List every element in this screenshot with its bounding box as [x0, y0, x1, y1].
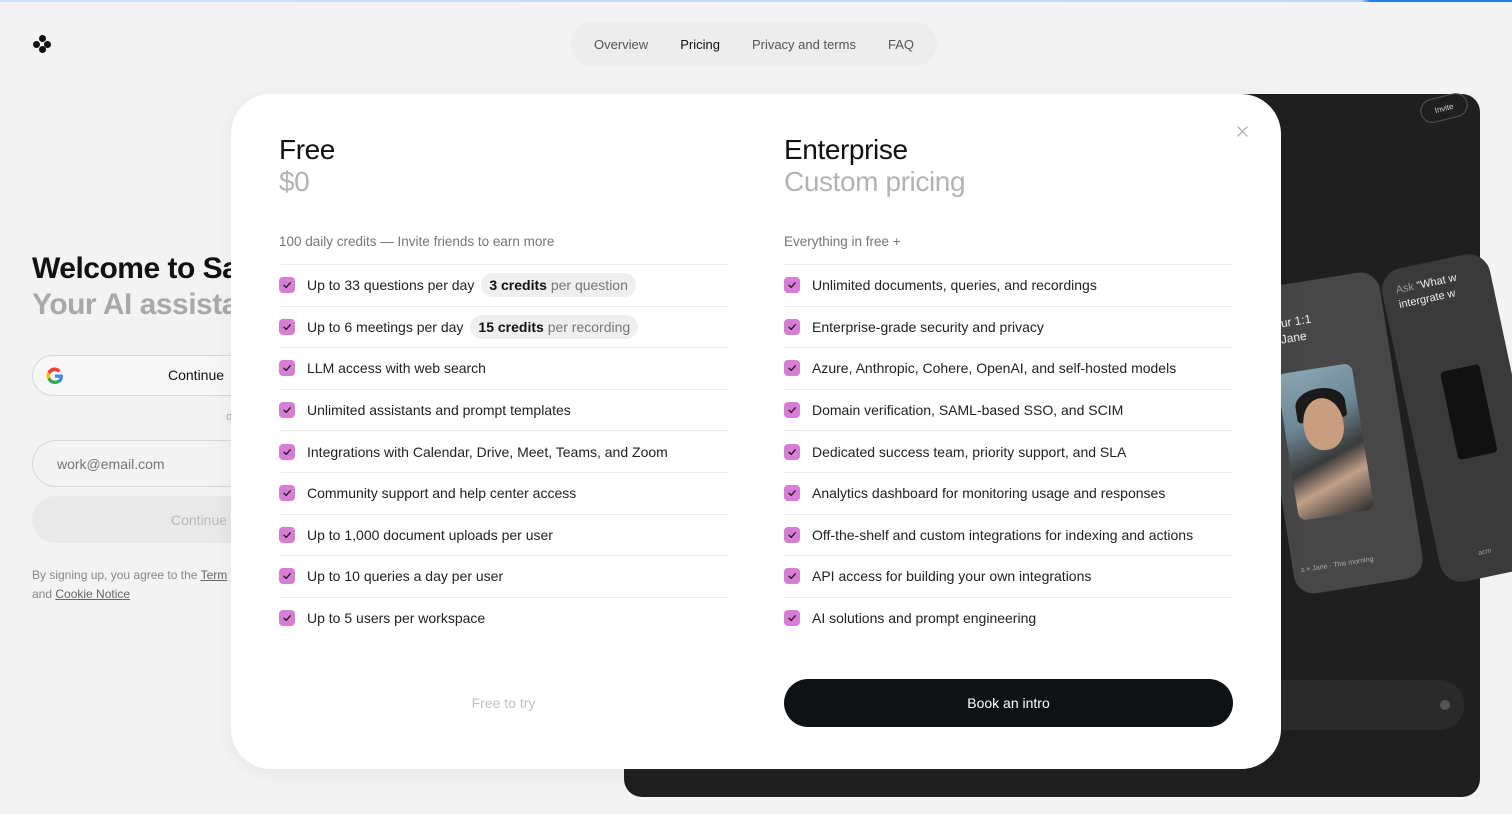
ask-card-text: Ask “What w intergrate w	[1395, 265, 1489, 313]
feature-item: Unlimited assistants and prompt template…	[279, 388, 728, 431]
feature-text: AI solutions and prompt engineering	[812, 610, 1037, 627]
invite-label: Invite	[1433, 101, 1455, 115]
top-navigation: Overview Pricing Privacy and terms FAQ	[571, 22, 937, 66]
book-an-intro-button[interactable]: Book an intro	[784, 679, 1233, 727]
ask-card-screen	[1439, 363, 1498, 461]
enterprise-feature-list: Unlimited documents, queries, and record…	[784, 264, 1233, 638]
enterprise-plan-intro: Everything in free +	[784, 234, 901, 249]
check-icon	[279, 402, 295, 419]
feature-item: Up to 33 questions per day 3 credits per…	[279, 264, 728, 306]
legal-prefix-text: By signing up, you agree to the	[32, 568, 201, 582]
credits-badge-amount: 15 credits	[478, 318, 544, 335]
free-to-try-button[interactable]: Free to try	[279, 679, 728, 727]
feature-text: Dedicated success team, priority support…	[812, 443, 1127, 460]
check-icon	[784, 443, 800, 460]
legal-and-text: and	[32, 587, 56, 601]
check-icon	[784, 360, 800, 377]
feature-text: Unlimited documents, queries, and record…	[812, 277, 1097, 294]
feature-text: Up to 5 users per workspace	[307, 610, 486, 627]
enterprise-plan-name: Enterprise	[784, 134, 908, 165]
cookie-notice-link[interactable]: Cookie Notice	[55, 587, 130, 601]
nav-privacy-terms[interactable]: Privacy and terms	[736, 37, 872, 52]
check-icon	[784, 526, 800, 543]
feature-item: API access for building your own integra…	[784, 555, 1233, 597]
feature-item: Up to 5 users per workspace	[279, 596, 728, 639]
feature-text: Azure, Anthropic, Cohere, OpenAI, and se…	[812, 360, 1177, 377]
feature-item: Off-the-shelf and custom integrations fo…	[784, 513, 1233, 556]
welcome-subtitle: Your AI assistar	[32, 288, 250, 321]
feature-text: Domain verification, SAML-based SSO, and…	[812, 402, 1124, 419]
ask-card-footer: acm	[1477, 547, 1493, 558]
check-icon	[279, 485, 295, 502]
close-icon	[1236, 125, 1248, 137]
terms-link[interactable]: Term	[201, 568, 228, 582]
check-icon	[279, 318, 295, 335]
feature-text: LLM access with web search	[307, 360, 486, 377]
check-icon	[784, 485, 800, 502]
check-icon	[784, 568, 800, 585]
feature-text: Unlimited assistants and prompt template…	[307, 402, 571, 419]
credits-badge-unit: per question	[550, 277, 628, 294]
nav-pricing[interactable]: Pricing	[664, 37, 736, 52]
free-plan-price: $0	[279, 166, 310, 197]
feature-item: Community support and help center access	[279, 471, 728, 514]
check-icon	[784, 318, 800, 335]
free-feature-list: Up to 33 questions per day 3 credits per…	[279, 264, 728, 638]
meeting-card-meta: s × Jane · This morning	[1300, 555, 1374, 575]
nav-overview[interactable]: Overview	[578, 37, 664, 52]
feature-item: Domain verification, SAML-based SSO, and…	[784, 388, 1233, 431]
credits-badge: 3 credits per question	[481, 273, 636, 298]
check-icon	[279, 610, 295, 627]
preview-send-icon	[1440, 700, 1450, 710]
check-icon	[279, 443, 295, 460]
feature-text: Integrations with Calendar, Drive, Meet,…	[307, 443, 668, 460]
feature-text: Analytics dashboard for monitoring usage…	[812, 485, 1166, 502]
feature-item: Up to 1,000 document uploads per user	[279, 513, 728, 556]
check-icon	[784, 402, 800, 419]
check-icon	[279, 568, 295, 585]
feature-text: Up to 1,000 document uploads per user	[307, 526, 553, 543]
feature-item: LLM access with web search	[279, 347, 728, 389]
app-logo-icon[interactable]	[33, 35, 51, 53]
feature-item: Analytics dashboard for monitoring usage…	[784, 471, 1233, 514]
page-load-progress-bar	[0, 0, 1512, 2]
credits-badge-unit: per recording	[547, 318, 631, 335]
check-icon	[784, 610, 800, 627]
close-modal-button[interactable]	[1232, 121, 1252, 141]
free-plan-name: Free	[279, 134, 335, 165]
feature-item: AI solutions and prompt engineering	[784, 596, 1233, 639]
google-button-label: Continue	[168, 367, 225, 383]
feature-text: Up to 6 meetings per day	[307, 318, 464, 335]
free-plan-intro: 100 daily credits — Invite friends to ea…	[279, 234, 555, 249]
credits-badge-amount: 3 credits	[489, 277, 547, 294]
feature-item: Dedicated success team, priority support…	[784, 430, 1233, 472]
feature-text: Community support and help center access	[307, 485, 577, 502]
feature-text: Up to 10 queries a day per user	[307, 568, 504, 585]
enterprise-plan-price: Custom pricing	[784, 166, 966, 197]
check-icon	[279, 526, 295, 543]
nav-faq[interactable]: FAQ	[872, 37, 930, 52]
ask-prefix: Ask	[1394, 280, 1419, 297]
check-icon	[279, 277, 295, 294]
check-icon	[784, 277, 800, 294]
feature-text: Up to 33 questions per day	[307, 277, 475, 294]
feature-item: Enterprise-grade security and privacy	[784, 305, 1233, 348]
feature-text: Off-the-shelf and custom integrations fo…	[812, 526, 1194, 543]
feature-item: Up to 6 meetings per day 15 credits per …	[279, 305, 728, 348]
welcome-title: Welcome to Sar	[32, 252, 250, 285]
feature-text: Enterprise-grade security and privacy	[812, 318, 1044, 335]
feature-item: Up to 10 queries a day per user	[279, 555, 728, 597]
feature-item: Integrations with Calendar, Drive, Meet,…	[279, 430, 728, 472]
check-icon	[279, 360, 295, 377]
feature-item: Azure, Anthropic, Cohere, OpenAI, and se…	[784, 347, 1233, 389]
google-icon	[45, 366, 65, 392]
credits-badge: 15 credits per recording	[470, 314, 639, 339]
feature-item: Unlimited documents, queries, and record…	[784, 264, 1233, 306]
feature-text: API access for building your own integra…	[812, 568, 1092, 585]
